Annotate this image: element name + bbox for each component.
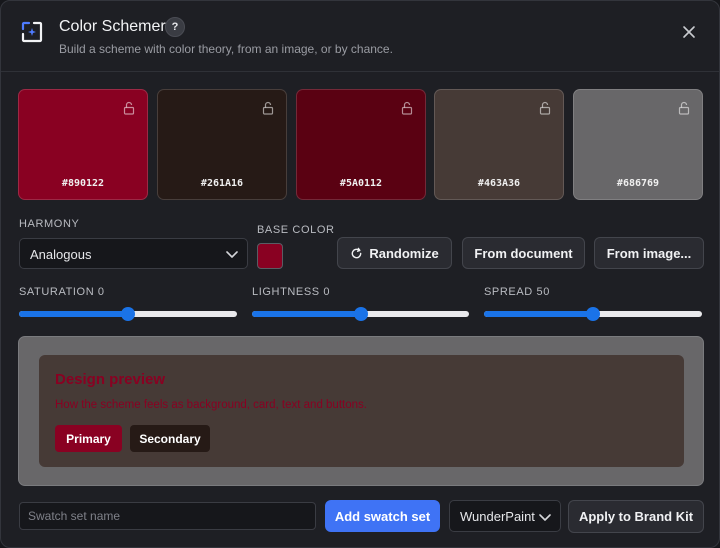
slider-fill xyxy=(484,311,593,317)
swatch-hex: #890122 xyxy=(61,178,105,189)
dialog-title: Color Schemer xyxy=(59,18,166,35)
close-icon[interactable] xyxy=(679,22,699,42)
randomize-label: Randomize xyxy=(369,245,439,261)
base-color-label: BASE COLOR xyxy=(257,224,335,236)
chevron-down-icon xyxy=(226,251,238,258)
swatch-hex: #5A0112 xyxy=(339,178,383,189)
swatch-set-name-input[interactable] xyxy=(19,502,316,530)
slider-thumb[interactable] xyxy=(121,307,135,321)
lock-open-icon[interactable] xyxy=(401,101,413,115)
color-swatch[interactable]: #686769 xyxy=(573,89,703,200)
from-image-button[interactable]: From image... xyxy=(594,237,704,269)
range-slider[interactable] xyxy=(252,307,469,321)
color-schemer-icon xyxy=(21,21,43,43)
color-swatch[interactable]: #5A0112 xyxy=(296,89,426,200)
apply-to-brand-kit-button[interactable]: Apply to Brand Kit xyxy=(568,500,704,533)
range-slider[interactable] xyxy=(484,307,702,321)
color-schemer-dialog: Color Schemer ? Build a scheme with colo… xyxy=(0,0,720,548)
color-swatch[interactable]: #890122 xyxy=(18,89,148,200)
color-swatch[interactable]: #261A16 xyxy=(157,89,287,200)
dialog-header: Color Schemer ? Build a scheme with colo… xyxy=(1,1,719,72)
slider-thumb[interactable] xyxy=(586,307,600,321)
design-preview-card: Design preview How the scheme feels as b… xyxy=(39,355,684,467)
slider-thumb[interactable] xyxy=(354,307,368,321)
base-color-picker[interactable] xyxy=(257,243,283,269)
slider-fill xyxy=(252,311,361,317)
lock-open-icon[interactable] xyxy=(262,101,274,115)
chevron-down-icon xyxy=(539,514,551,521)
help-button[interactable]: ? xyxy=(165,17,185,37)
brand-kit-select[interactable]: WunderPaint xyxy=(449,500,561,532)
dialog-subtitle: Build a scheme with color theory, from a… xyxy=(59,42,393,56)
preview-primary-button[interactable]: Primary xyxy=(55,425,122,452)
range-slider[interactable] xyxy=(19,307,237,321)
preview-text: How the scheme feels as background, card… xyxy=(55,399,367,411)
from-document-button[interactable]: From document xyxy=(462,237,585,269)
brand-kit-value: WunderPaint xyxy=(460,509,535,524)
lock-open-icon[interactable] xyxy=(123,101,135,115)
swatch-hex: #463A36 xyxy=(477,178,521,189)
randomize-button[interactable]: Randomize xyxy=(337,237,452,269)
refresh-icon xyxy=(351,247,362,258)
lock-open-icon[interactable] xyxy=(678,101,690,115)
slider-label: LIGHTNESS 0 xyxy=(252,286,331,298)
design-preview-panel: Design preview How the scheme feels as b… xyxy=(18,336,704,486)
slider-label: SATURATION 0 xyxy=(19,286,105,298)
harmony-select[interactable]: Analogous xyxy=(19,238,248,269)
swatch-hex: #686769 xyxy=(616,178,660,189)
color-swatch[interactable]: #463A36 xyxy=(434,89,564,200)
lock-open-icon[interactable] xyxy=(539,101,551,115)
slider-label: SPREAD 50 xyxy=(484,286,550,298)
harmony-value: Analogous xyxy=(30,247,92,262)
slider-fill xyxy=(19,311,128,317)
preview-title: Design preview xyxy=(55,371,166,388)
add-swatch-set-button[interactable]: Add swatch set xyxy=(325,500,440,532)
harmony-label: HARMONY xyxy=(19,218,80,230)
preview-secondary-button[interactable]: Secondary xyxy=(130,425,210,452)
swatch-hex: #261A16 xyxy=(200,178,244,189)
